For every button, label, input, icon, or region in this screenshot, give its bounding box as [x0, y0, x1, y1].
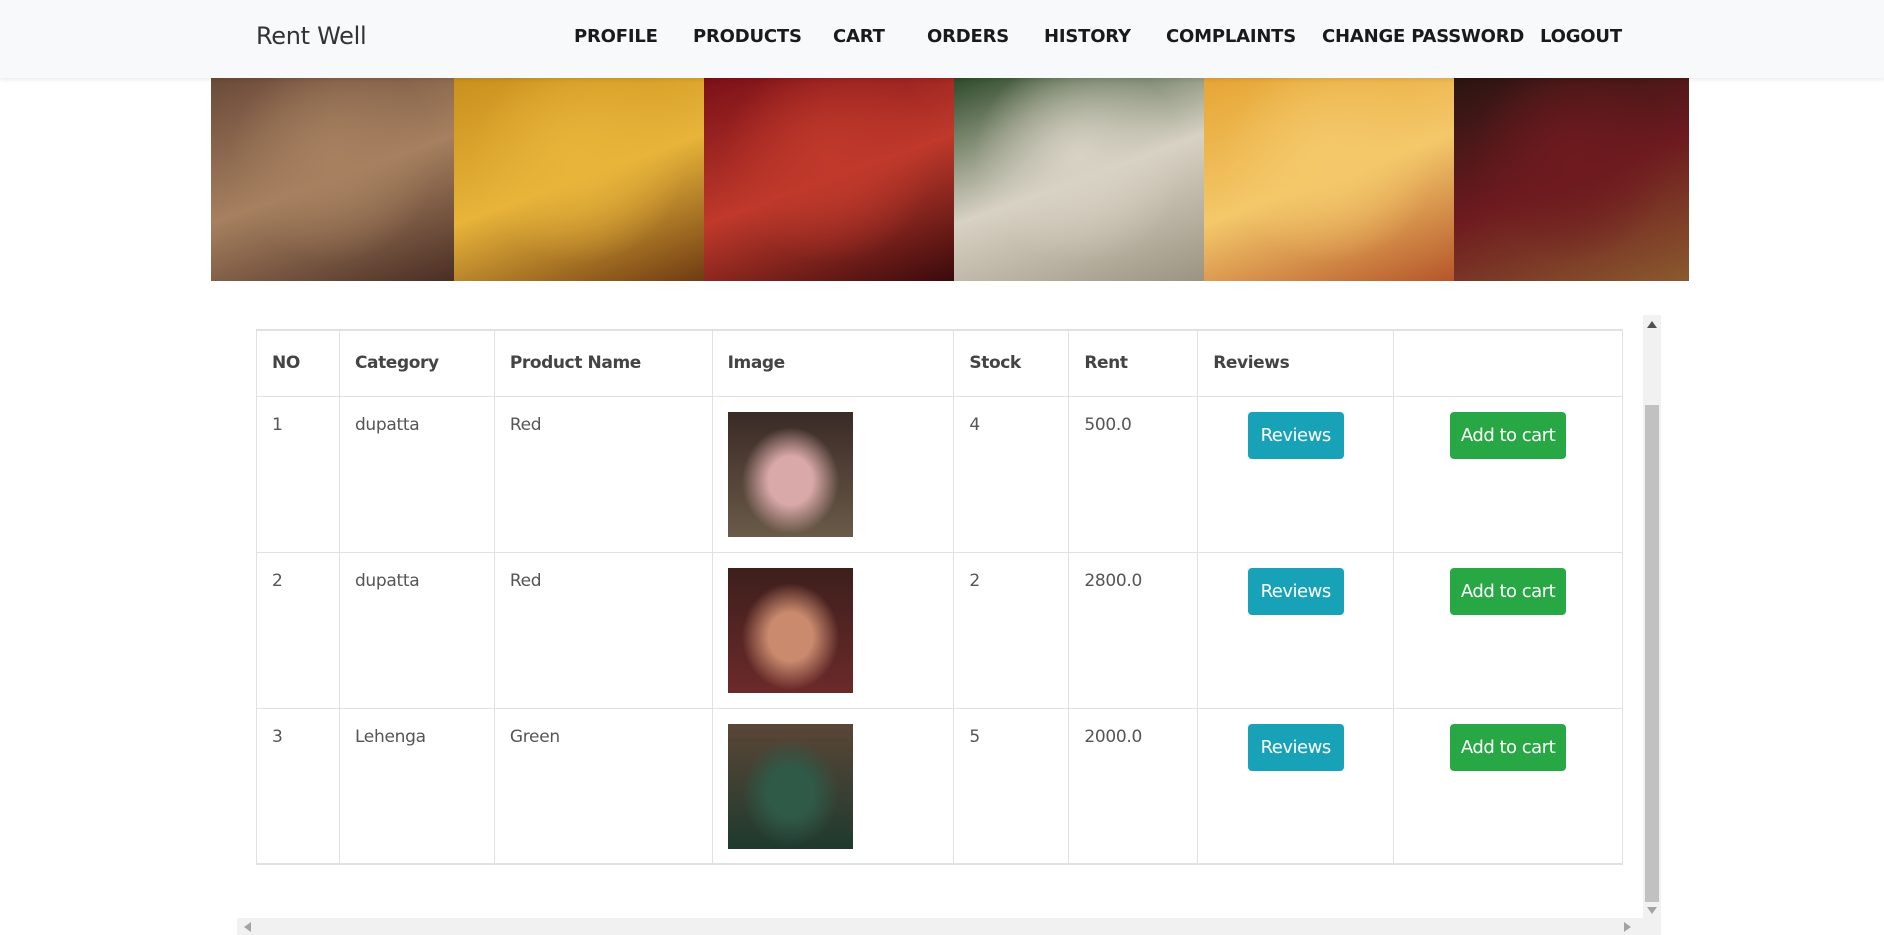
cell-stock: 2 — [953, 551, 1070, 709]
cell-image — [711, 707, 955, 865]
cell-no: 2 — [256, 551, 340, 709]
cell-no: 1 — [256, 395, 340, 553]
cell-product-name: Green — [493, 707, 713, 865]
cell-no: 3 — [256, 707, 340, 865]
nav-orders[interactable]: ORDERS — [927, 26, 1009, 47]
nav-profile[interactable]: PROFILE — [574, 26, 658, 47]
product-thumbnail — [727, 567, 853, 693]
cell-product-name: Red — [493, 551, 713, 709]
scroll-left-arrow-icon[interactable] — [244, 922, 251, 932]
header-actions — [1393, 329, 1623, 397]
nav-products[interactable]: PRODUCTS — [693, 26, 802, 47]
header-product-name: Product Name — [493, 329, 713, 397]
header-stock: Stock — [953, 329, 1070, 397]
cell-stock: 5 — [953, 707, 1070, 865]
header-category: Category — [338, 329, 495, 397]
add-to-cart-button[interactable]: Add to cart — [1450, 567, 1567, 615]
banner-carousel — [211, 78, 1689, 281]
cell-image — [711, 395, 955, 553]
table-header-row: NO Category Product Name Image Stock Ren… — [256, 329, 1623, 397]
product-thumbnail — [727, 411, 853, 537]
cell-reviews: Reviews — [1197, 395, 1395, 553]
cell-rent: 500.0 — [1068, 395, 1199, 553]
banner-image-white-lehenga — [954, 78, 1204, 281]
banner-image-yellow-lehenga — [454, 78, 704, 281]
nav-change-password[interactable]: CHANGE PASSWORD — [1322, 26, 1524, 47]
cell-reviews: Reviews — [1197, 551, 1395, 709]
header-reviews: Reviews — [1197, 329, 1395, 397]
table-row: 3 Lehenga Green 5 2000.0 Reviews Add to … — [256, 707, 1623, 865]
cell-product-name: Red — [493, 395, 713, 553]
add-to-cart-button[interactable]: Add to cart — [1450, 411, 1567, 459]
nav-cart[interactable]: CART — [833, 26, 885, 47]
scroll-right-arrow-icon[interactable] — [1624, 922, 1631, 932]
cell-actions: Add to cart — [1393, 707, 1623, 865]
banner-image-maroon-bridal — [1454, 78, 1689, 281]
cell-rent: 2800.0 — [1068, 551, 1199, 709]
header-no: NO — [256, 329, 340, 397]
banner-image-red-bridal — [704, 78, 954, 281]
header-image: Image — [711, 329, 955, 397]
nav-complaints[interactable]: COMPLAINTS — [1166, 26, 1296, 47]
navbar: Rent Well PROFILE PRODUCTS CART ORDERS H… — [0, 0, 1884, 78]
cell-image — [711, 551, 955, 709]
scroll-up-arrow-icon[interactable] — [1647, 321, 1657, 328]
header-rent: Rent — [1068, 329, 1199, 397]
cell-reviews: Reviews — [1197, 707, 1395, 865]
products-table: NO Category Product Name Image Stock Ren… — [256, 329, 1623, 865]
banner-image-yellow-skirt — [1204, 78, 1454, 281]
brand-logo[interactable]: Rent Well — [256, 22, 367, 50]
reviews-button[interactable]: Reviews — [1247, 723, 1344, 771]
cell-category: dupatta — [338, 395, 495, 553]
cell-stock: 4 — [953, 395, 1070, 553]
scrollbar-thumb[interactable] — [1645, 405, 1659, 902]
reviews-button[interactable]: Reviews — [1247, 411, 1344, 459]
cell-category: Lehenga — [338, 707, 495, 865]
horizontal-scrollbar[interactable] — [237, 918, 1661, 935]
add-to-cart-button[interactable]: Add to cart — [1450, 723, 1567, 771]
cell-category: dupatta — [338, 551, 495, 709]
cell-rent: 2000.0 — [1068, 707, 1199, 865]
banner-image-saree-gold — [211, 78, 454, 281]
table-row: 1 dupatta Red 4 500.0 Reviews Add to car… — [256, 395, 1623, 553]
reviews-button[interactable]: Reviews — [1247, 567, 1344, 615]
table-row: 2 dupatta Red 2 2800.0 Reviews Add to ca… — [256, 551, 1623, 709]
vertical-scrollbar[interactable] — [1643, 315, 1661, 920]
nav-history[interactable]: HISTORY — [1044, 26, 1131, 47]
product-thumbnail — [727, 723, 853, 849]
nav-logout[interactable]: LOGOUT — [1540, 26, 1622, 47]
scroll-down-arrow-icon[interactable] — [1647, 907, 1657, 914]
cell-actions: Add to cart — [1393, 395, 1623, 553]
cell-actions: Add to cart — [1393, 551, 1623, 709]
